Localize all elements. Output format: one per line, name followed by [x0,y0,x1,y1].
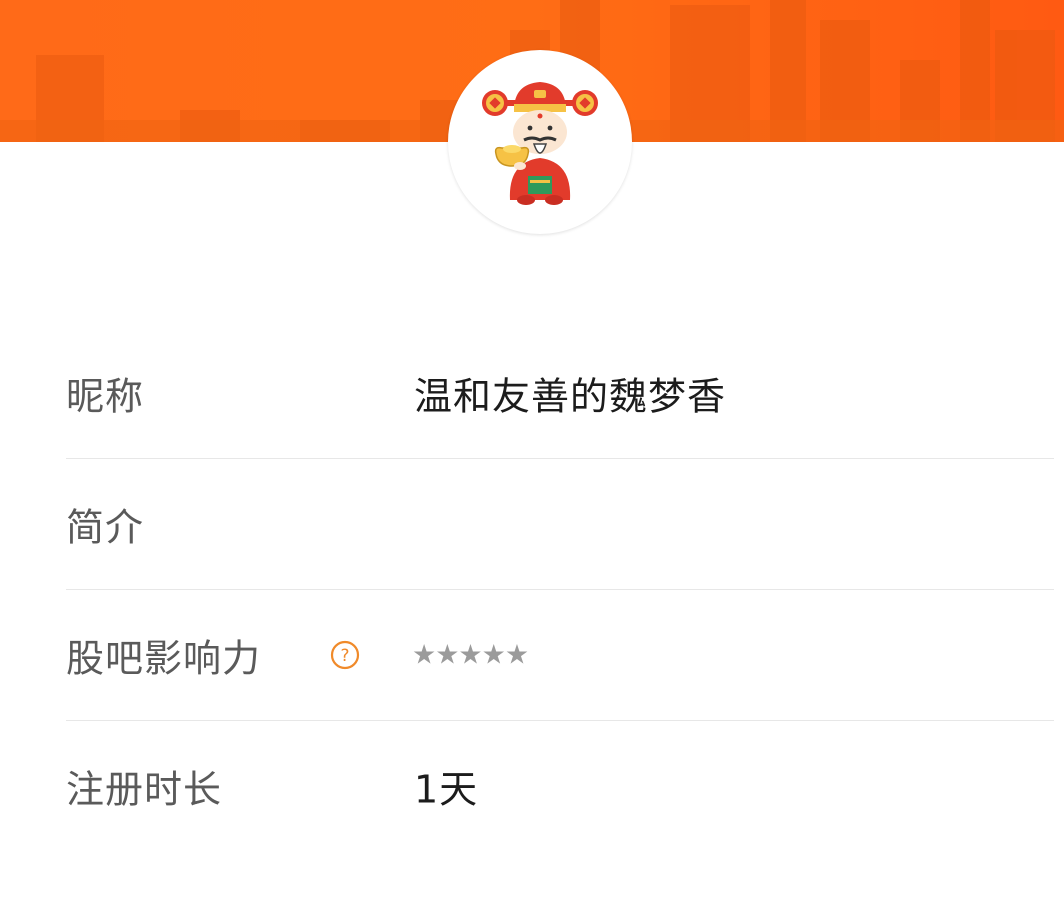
nickname-row: 昵称 温和友善的魏梦香 [66,328,1054,459]
nickname-label: 昵称 [66,374,145,419]
intro-label: 简介 [66,505,145,550]
nickname-value: 温和友善的魏梦香 [414,374,727,419]
god-of-wealth-avatar-icon [482,82,598,205]
intro-row: 简介 [66,459,1054,590]
influence-row: 股吧影响力 ? ★★★★★ [66,590,1054,721]
influence-star-rating: ★★★★★ [412,639,529,671]
question-circle-icon[interactable]: ? [330,640,360,670]
influence-label: 股吧影响力 [66,636,262,681]
profile-page: 昵称 温和友善的魏梦香 简介 股吧影响力 ? ★★★★★ 注册时长 1天 [0,0,1064,910]
register-duration-row: 注册时长 1天 [66,721,1054,851]
svg-text:?: ? [340,646,349,666]
register-duration-value: 1天 [414,767,479,812]
register-duration-label: 注册时长 [66,767,223,812]
user-avatar[interactable] [448,50,632,234]
profile-info-list: 昵称 温和友善的魏梦香 简介 股吧影响力 ? ★★★★★ 注册时长 1天 [66,328,1054,851]
